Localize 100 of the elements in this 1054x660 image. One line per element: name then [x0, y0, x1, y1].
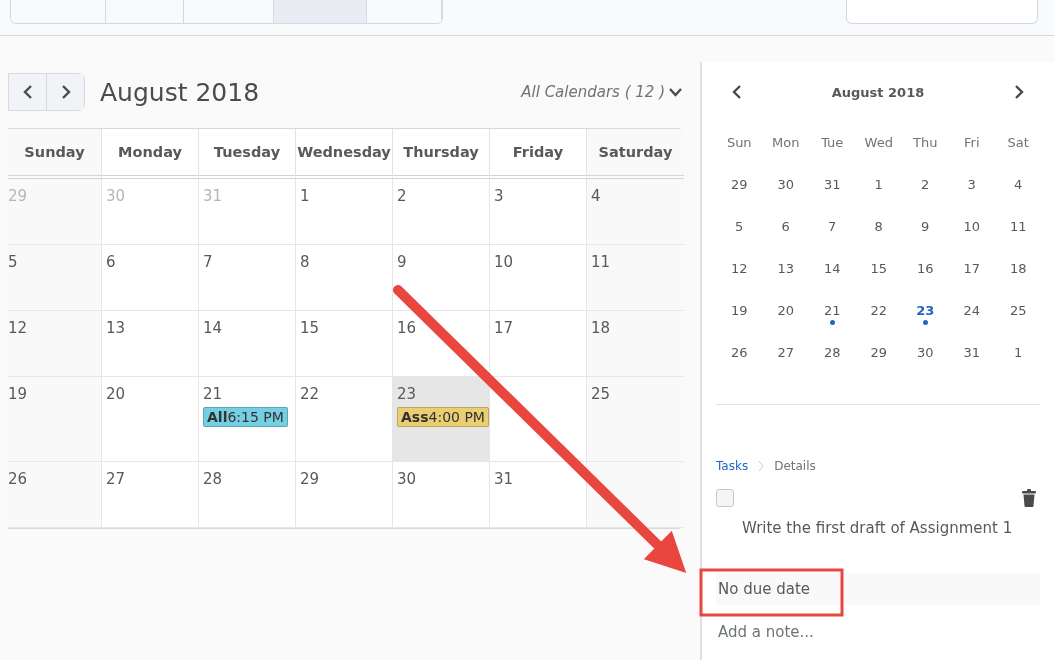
mini-day[interactable]: 7: [809, 206, 856, 248]
chevron-right-icon: [1014, 85, 1024, 99]
day-number: 8: [300, 253, 311, 271]
day-cell[interactable]: 8: [296, 245, 393, 311]
event-chip[interactable]: All6:15 PM: [203, 407, 288, 427]
day-cell[interactable]: 1: [296, 179, 393, 245]
day-number: 2: [397, 187, 408, 205]
mini-day[interactable]: 3: [948, 164, 995, 206]
calendar-filter-dropdown[interactable]: All Calendars ( 12 ): [521, 83, 682, 101]
mini-day[interactable]: 17: [948, 248, 995, 290]
mini-day[interactable]: 27: [762, 332, 809, 374]
mini-day[interactable]: 14: [809, 248, 856, 290]
day-cell[interactable]: 4: [587, 179, 684, 245]
next-month-button[interactable]: [1014, 85, 1024, 99]
day-cell[interactable]: 5: [8, 245, 102, 311]
mini-day[interactable]: 30: [902, 332, 949, 374]
mini-day[interactable]: 26: [716, 332, 763, 374]
mini-day[interactable]: 4: [995, 164, 1042, 206]
day-number: 14: [203, 319, 224, 337]
day-cell[interactable]: 23 Ass4:00 PM: [393, 377, 490, 462]
mini-calendar-title: August 2018: [831, 84, 925, 100]
day-number: 30: [106, 187, 127, 205]
day-cell[interactable]: 29: [296, 462, 393, 528]
mini-day[interactable]: 25: [995, 290, 1042, 332]
mini-day[interactable]: 1: [995, 332, 1042, 374]
day-number: 9: [397, 253, 408, 271]
mini-day[interactable]: 20: [762, 290, 809, 332]
day-cell[interactable]: 7: [199, 245, 296, 311]
mini-day[interactable]: 30: [762, 164, 809, 206]
mini-day[interactable]: 31: [948, 332, 995, 374]
mini-day[interactable]: 18: [995, 248, 1042, 290]
weekday-label: Sat: [1006, 134, 1030, 152]
day-cell[interactable]: 19: [8, 377, 102, 462]
day-cell[interactable]: 31: [490, 462, 587, 528]
day-cell[interactable]: 18: [587, 311, 684, 377]
weekday-header: Saturday: [587, 129, 684, 179]
mini-day[interactable]: 19: [716, 290, 763, 332]
day-cell[interactable]: 6: [102, 245, 199, 311]
day-cell[interactable]: 26: [8, 462, 102, 528]
mini-day[interactable]: 15: [855, 248, 902, 290]
day-number: 4: [591, 187, 602, 205]
search-field[interactable]: [846, 0, 1038, 24]
day-cell[interactable]: 13: [102, 311, 199, 377]
mini-day[interactable]: 24: [948, 290, 995, 332]
day-cell[interactable]: 20: [102, 377, 199, 462]
day-cell[interactable]: 25: [587, 377, 684, 462]
mini-day[interactable]: 29: [855, 332, 902, 374]
mini-day[interactable]: 2: [902, 164, 949, 206]
mini-day[interactable]: 10: [948, 206, 995, 248]
mini-day[interactable]: 23: [902, 290, 949, 332]
day-number: 5: [8, 253, 19, 271]
day-number: 30: [397, 470, 418, 488]
day-cell[interactable]: 12: [8, 311, 102, 377]
mini-day[interactable]: 6: [762, 206, 809, 248]
day-cell[interactable]: 28: [199, 462, 296, 528]
mini-day[interactable]: 16: [902, 248, 949, 290]
mini-day[interactable]: 28: [809, 332, 856, 374]
mini-day[interactable]: 12: [716, 248, 763, 290]
day-cell[interactable]: 22: [296, 377, 393, 462]
day-cell[interactable]: 15: [296, 311, 393, 377]
mini-day[interactable]: 5: [716, 206, 763, 248]
trash-icon[interactable]: [1022, 489, 1036, 507]
day-cell[interactable]: 21 All6:15 PM: [199, 377, 296, 462]
day-number: 20: [106, 385, 127, 403]
day-cell[interactable]: 27: [102, 462, 199, 528]
weekday-label: Fri: [963, 134, 981, 152]
mini-day[interactable]: 8: [855, 206, 902, 248]
day-number: 22: [300, 385, 321, 403]
month-title: August 2018: [100, 77, 260, 107]
mini-day[interactable]: 22: [855, 290, 902, 332]
chevron-left-icon: [732, 85, 742, 99]
mini-day[interactable]: 1: [855, 164, 902, 206]
day-cell[interactable]: 10: [490, 245, 587, 311]
mini-day[interactable]: 31: [809, 164, 856, 206]
day-cell[interactable]: 9: [393, 245, 490, 311]
day-cell[interactable]: 3: [490, 179, 587, 245]
note-field[interactable]: Add a note...: [716, 623, 966, 641]
chevron-right-icon: [60, 85, 71, 99]
day-cell[interactable]: 2: [393, 179, 490, 245]
day-cell[interactable]: 17: [490, 311, 587, 377]
day-number: 16: [397, 319, 418, 337]
day-cell[interactable]: 30: [393, 462, 490, 528]
day-number: 26: [8, 470, 29, 488]
event-chip[interactable]: Ass4:00 PM: [397, 407, 489, 427]
weekday-header: Thursday: [393, 129, 490, 179]
day-cell[interactable]: 11: [587, 245, 684, 311]
due-date-field[interactable]: No due date: [716, 573, 1040, 605]
task-checkbox[interactable]: [716, 489, 734, 507]
day-number: 17: [494, 319, 515, 337]
day-cell[interactable]: 14: [199, 311, 296, 377]
breadcrumb-link[interactable]: Tasks: [716, 459, 749, 473]
mini-day[interactable]: 21: [809, 290, 856, 332]
mini-day[interactable]: 29: [716, 164, 763, 206]
chevron-right-icon: [758, 460, 765, 472]
mini-day[interactable]: 11: [995, 206, 1042, 248]
mini-day[interactable]: 13: [762, 248, 809, 290]
previous-month-button[interactable]: [732, 85, 742, 99]
day-number: 11: [591, 253, 612, 271]
mini-day[interactable]: 9: [902, 206, 949, 248]
weekday-label: Thu: [912, 134, 939, 152]
